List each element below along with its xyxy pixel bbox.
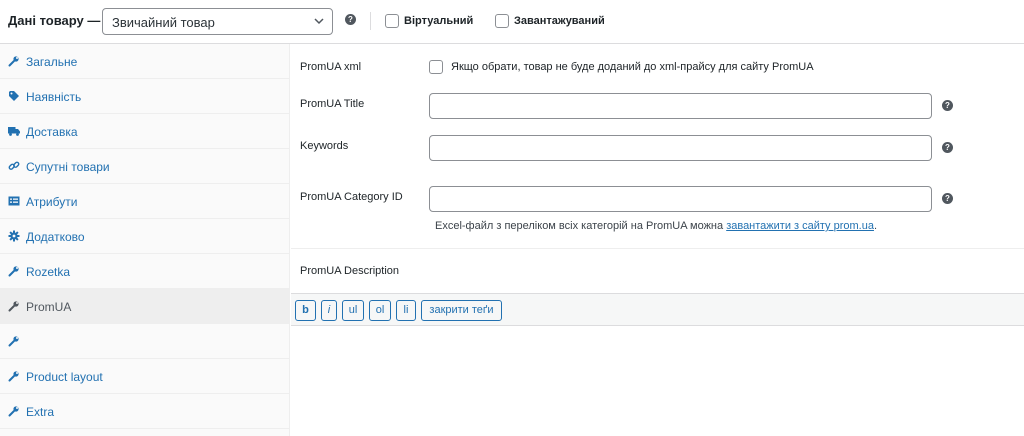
wrench-icon [8, 336, 19, 347]
tab-label: Product layout [26, 370, 103, 384]
title-field-label: PromUA Title [300, 98, 365, 110]
tab-linked-products[interactable]: Супутні товари [0, 149, 290, 184]
help-icon[interactable]: ? [345, 14, 356, 25]
download-categories-link[interactable]: завантажити з сайту prom.ua [726, 220, 874, 232]
tab-advanced[interactable]: Додатково [0, 219, 290, 254]
category-id-input[interactable] [429, 186, 932, 212]
product-type-select[interactable]: Звичайний товар [102, 8, 333, 35]
ul-button[interactable]: ul [342, 300, 364, 321]
li-button[interactable]: li [396, 300, 416, 321]
tab-extra[interactable]: Extra [0, 394, 290, 429]
wrench-icon [8, 301, 19, 312]
tab-label: Загальне [26, 55, 78, 69]
product-data-title: Дані товару — [8, 13, 101, 28]
quicktags-toolbar: b i ul ol li закрити теґи [291, 293, 1024, 326]
chevron-down-icon [314, 18, 324, 25]
tab-rozetka[interactable]: Rozetka [0, 254, 290, 289]
help-icon[interactable]: ? [942, 142, 953, 153]
tab-promua[interactable]: PromUA [0, 289, 290, 324]
promua-title-input[interactable] [429, 93, 932, 119]
downloadable-label: Завантажуваний [514, 15, 605, 27]
category-note-end: . [873, 220, 878, 232]
tab-shipping[interactable]: Доставка [0, 114, 290, 149]
category-field-label: PromUA Category ID [300, 191, 403, 203]
link-icon [8, 161, 20, 170]
virtual-label: Віртуальний [404, 15, 474, 27]
tab-label: Супутні товари [26, 160, 110, 174]
tab-label: Доставка [26, 125, 78, 139]
exclude-xml-checkbox[interactable] [429, 60, 443, 74]
tag-icon [9, 91, 19, 101]
tab-attributes[interactable]: Атрибути [0, 184, 290, 219]
tab-general[interactable]: Загальне [0, 44, 290, 79]
tab-label: Наявність [26, 90, 82, 104]
tab-inventory[interactable]: Наявність [0, 79, 290, 114]
product-type-value: Звичайний товар [112, 15, 215, 30]
wrench-icon [8, 266, 19, 277]
keywords-field-label: Keywords [300, 140, 349, 152]
close-tags-button[interactable]: закрити теґи [421, 300, 502, 321]
bold-button[interactable]: b [295, 300, 316, 321]
category-note: Excel-файл з переліком всіх категорій на… [435, 220, 877, 232]
tab-product-layout[interactable]: Product layout [0, 359, 290, 394]
gear-icon [8, 230, 20, 242]
wrench-icon [8, 371, 19, 382]
category-note-text: Excel-файл з переліком всіх категорій на… [435, 220, 727, 232]
description-field-label: PromUA Description [300, 265, 400, 277]
section-divider [291, 248, 1024, 249]
promua-panel: PromUA xml Якщо обрати, товар не буде до… [291, 44, 1024, 436]
tab-label: Додатково [26, 230, 85, 244]
exclude-xml-description: Якщо обрати, товар не буде доданий до xm… [451, 61, 814, 73]
downloadable-checkbox[interactable] [495, 14, 509, 28]
truck-icon [8, 127, 20, 136]
wrench-icon [8, 56, 19, 67]
tab-unnamed[interactable] [0, 324, 290, 359]
product-data-header: Дані товару — Звичайний товар ? Віртуаль… [0, 0, 1024, 44]
list-icon [8, 196, 20, 206]
virtual-checkbox[interactable] [385, 14, 399, 28]
tab-label: Extra [26, 405, 55, 419]
ol-button[interactable]: ol [369, 300, 391, 321]
wrench-icon [8, 406, 19, 417]
header-divider [370, 12, 371, 30]
xml-field-label: PromUA xml [300, 61, 362, 73]
italic-button[interactable]: i [321, 300, 337, 321]
product-data-tabs: Загальне Наявність Доставка Супутні това… [0, 44, 290, 436]
keywords-input[interactable] [429, 135, 932, 161]
tab-label: Атрибути [26, 195, 78, 209]
tab-label: Rozetka [26, 265, 71, 279]
help-icon[interactable]: ? [942, 100, 953, 111]
help-icon[interactable]: ? [942, 193, 953, 204]
tab-label: PromUA [26, 300, 72, 314]
